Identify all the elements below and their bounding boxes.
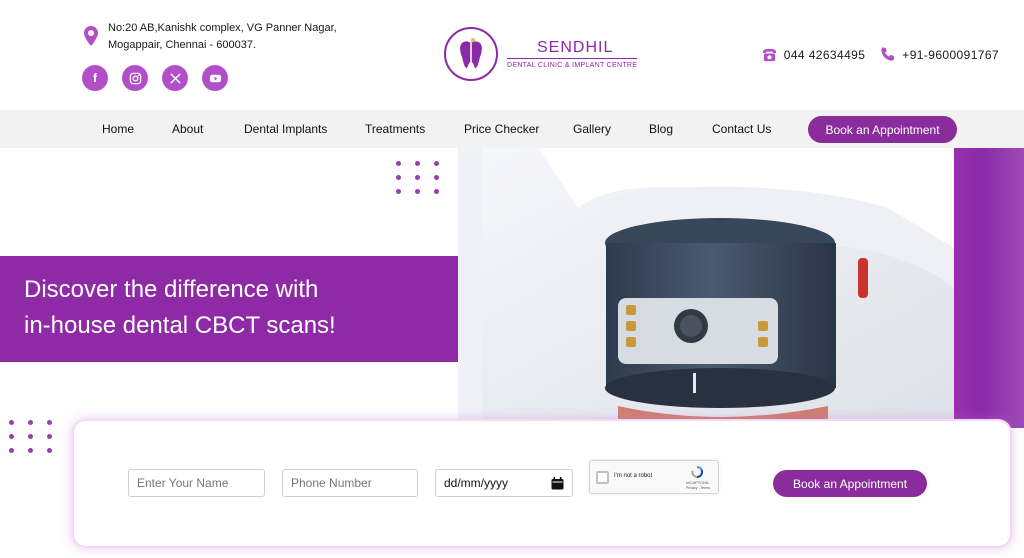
recaptcha-brand: reCAPTCHA xyxy=(686,480,709,485)
main-nav: Home About Dental Implants Treatments Pr… xyxy=(0,110,1024,148)
hero-accent-strip xyxy=(954,148,1024,428)
hero-title-line2: in-house dental CBCT scans! xyxy=(24,312,336,339)
address-line1: No:20 AB,Kanishk complex, VG Panner Naga… xyxy=(108,22,337,34)
date-input[interactable]: dd/mm/yyyy xyxy=(435,469,573,497)
hero-title-line1: Discover the difference with xyxy=(24,276,319,303)
instagram-icon[interactable] xyxy=(122,65,148,91)
hero-title: Discover the difference with in-house de… xyxy=(24,272,444,344)
clinic-logo[interactable]: SENDHIL DENTAL CLINIC & IMPLANT CENTRE xyxy=(443,26,638,82)
nav-gallery[interactable]: Gallery xyxy=(573,110,611,148)
calendar-icon[interactable] xyxy=(551,476,564,490)
mobile-contact[interactable]: +91-9600091767 xyxy=(879,46,999,63)
hero-cbct-scanner-image xyxy=(458,148,954,420)
location-pin-icon xyxy=(84,26,98,46)
youtube-icon[interactable] xyxy=(202,65,228,91)
social-links: f xyxy=(82,65,228,91)
mobile-number: +91-9600091767 xyxy=(902,47,999,62)
landline-contact[interactable]: 044 42634495 xyxy=(761,46,866,63)
recaptcha-widget: I'm not a robot reCAPTCHA Privacy - Term… xyxy=(589,460,719,494)
logo-name: SENDHIL xyxy=(507,39,638,59)
logo-subtitle: DENTAL CLINIC & IMPLANT CENTRE xyxy=(507,62,638,69)
nav-treatments[interactable]: Treatments xyxy=(365,110,425,148)
address-line2: Mogappair, Chennai - 600037. xyxy=(108,39,256,51)
recaptcha-label: I'm not a robot xyxy=(614,473,653,479)
telephone-icon xyxy=(762,48,776,62)
nav-price-checker[interactable]: Price Checker xyxy=(464,110,539,148)
date-placeholder: dd/mm/yyyy xyxy=(444,476,509,490)
recaptcha-links[interactable]: Privacy - Terms xyxy=(686,486,710,490)
recaptcha-checkbox[interactable] xyxy=(596,471,609,484)
phone-icon xyxy=(881,47,895,61)
recaptcha-logo-icon xyxy=(691,465,704,479)
phone-input[interactable] xyxy=(282,469,418,497)
address-block: No:20 AB,Kanishk complex, VG Panner Naga… xyxy=(84,20,337,54)
logo-text: SENDHIL DENTAL CLINIC & IMPLANT CENTRE xyxy=(507,39,638,69)
nav-blog[interactable]: Blog xyxy=(649,110,673,148)
name-input[interactable] xyxy=(128,469,265,497)
nav-about[interactable]: About xyxy=(172,110,203,148)
tooth-logo-icon xyxy=(444,27,498,81)
site-header: No:20 AB,Kanishk complex, VG Panner Naga… xyxy=(0,0,1024,110)
nav-book-appointment-button[interactable]: Book an Appointment xyxy=(808,116,957,143)
form-book-appointment-button[interactable]: Book an Appointment xyxy=(773,470,927,497)
address-text: No:20 AB,Kanishk complex, VG Panner Naga… xyxy=(108,20,337,54)
landline-number: 044 42634495 xyxy=(783,47,866,62)
nav-contact-us[interactable]: Contact Us xyxy=(712,110,771,148)
facebook-icon[interactable]: f xyxy=(82,65,108,91)
contact-numbers: 044 42634495 +91-9600091767 xyxy=(761,46,999,63)
decorative-dots-top xyxy=(396,161,439,194)
decorative-dots-bottom xyxy=(9,420,52,453)
x-twitter-icon[interactable] xyxy=(162,65,188,91)
nav-dental-implants[interactable]: Dental Implants xyxy=(244,110,327,148)
nav-home[interactable]: Home xyxy=(102,110,134,148)
